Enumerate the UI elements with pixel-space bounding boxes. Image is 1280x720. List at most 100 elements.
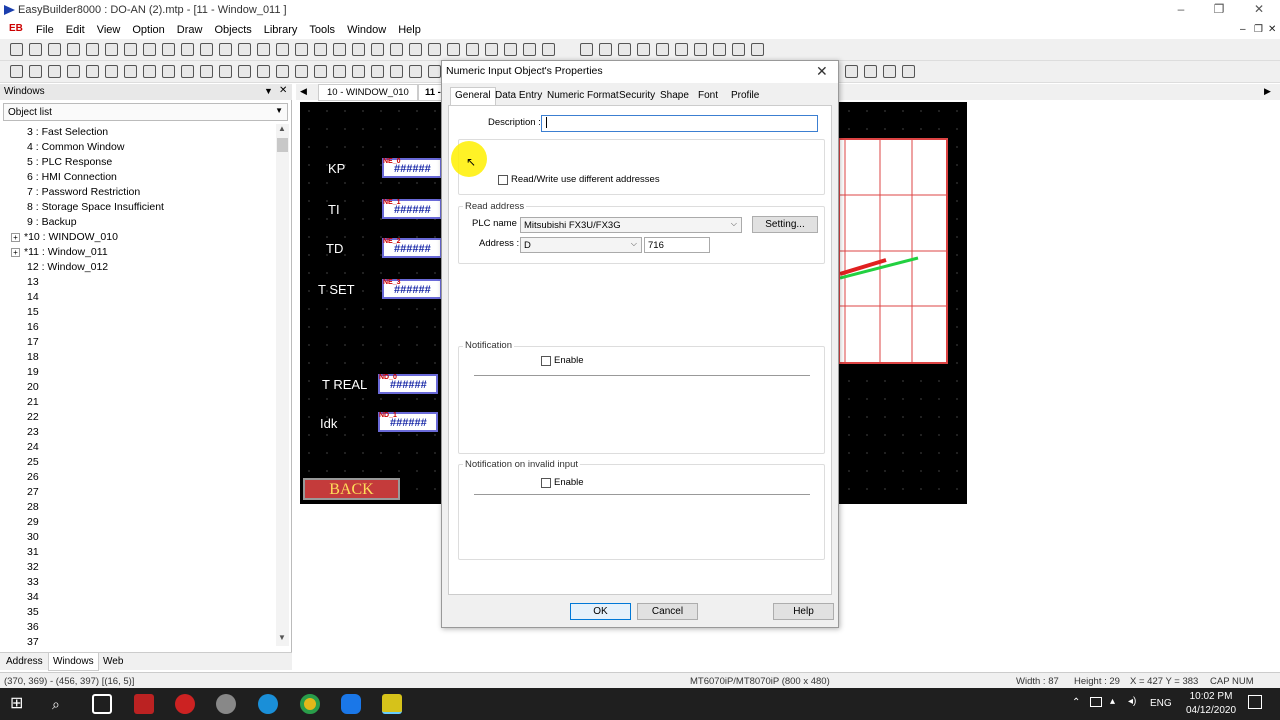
toolbar-tool-icon[interactable] <box>181 43 194 56</box>
tab-scroll-left-icon[interactable]: ◀ <box>300 86 307 97</box>
toolbar-tool-icon[interactable] <box>295 65 308 78</box>
toolbar-tool-icon[interactable] <box>845 65 858 78</box>
description-input[interactable] <box>541 115 818 132</box>
address-device-select[interactable]: D ⌵ <box>520 237 642 253</box>
tree-item[interactable]: 16 <box>27 321 39 336</box>
menu-window[interactable]: Window <box>341 24 392 36</box>
toolbar-tool-icon[interactable] <box>314 43 327 56</box>
toolbar-tool-icon[interactable] <box>428 65 441 78</box>
toolbar-tool-icon[interactable] <box>29 43 42 56</box>
pane-close-icon[interactable]: ✕ <box>279 85 287 96</box>
tree-item[interactable]: 9 : Backup <box>27 216 77 231</box>
battery-icon[interactable] <box>1090 697 1102 707</box>
tree-item[interactable]: 20 <box>27 381 39 396</box>
tab-web[interactable]: Web <box>103 656 123 667</box>
tree-item[interactable]: 31 <box>27 546 39 561</box>
tree-item[interactable]: 35 <box>27 606 39 621</box>
menu-file[interactable]: File <box>30 24 60 36</box>
volume-icon[interactable]: ◂) <box>1128 696 1136 707</box>
toolbar-tool-icon[interactable] <box>105 65 118 78</box>
menu-tools[interactable]: Tools <box>303 24 341 36</box>
tree-item[interactable]: 26 <box>27 471 39 486</box>
toolbar-tool-icon[interactable] <box>371 65 384 78</box>
toolbar-tool-icon[interactable] <box>751 43 764 56</box>
tree-item[interactable]: 25 <box>27 456 39 471</box>
toolbar-tool-icon[interactable] <box>48 43 61 56</box>
tree-item[interactable]: 30 <box>27 531 39 546</box>
toolbar-tool-icon[interactable] <box>276 65 289 78</box>
back-button[interactable]: BACK <box>303 478 400 500</box>
toolbar-tool-icon[interactable] <box>352 65 365 78</box>
tree-item[interactable]: 7 : Password Restriction <box>27 186 140 201</box>
tree-item[interactable]: 24 <box>27 441 39 456</box>
toolbar-tool-icon[interactable] <box>466 43 479 56</box>
numeric-input-t-set[interactable]: NE_3 ###### <box>382 279 442 299</box>
toolbar-tool-icon[interactable] <box>181 65 194 78</box>
trend-graph[interactable] <box>838 138 948 364</box>
toolbar-tool-icon[interactable] <box>86 43 99 56</box>
tree-item[interactable]: 8 : Storage Space Insufficient <box>27 201 164 216</box>
toolbar-tool-icon[interactable] <box>542 43 555 56</box>
toolbar-tool-icon[interactable] <box>143 43 156 56</box>
toolbar-tool-icon[interactable] <box>257 65 270 78</box>
windows-start-icon[interactable]: ⊞ <box>10 694 30 714</box>
toolbar-tool-icon[interactable] <box>124 65 137 78</box>
help-button[interactable]: Help <box>773 603 834 620</box>
tree-item[interactable]: 36 <box>27 621 39 636</box>
chrome-icon[interactable] <box>300 694 320 714</box>
plc-name-select[interactable]: Mitsubishi FX3U/FX3G ⌵ <box>520 217 742 233</box>
menu-draw[interactable]: Draw <box>171 24 209 36</box>
tree-item[interactable]: 4 : Common Window <box>27 141 124 156</box>
toolbar-tool-icon[interactable] <box>883 65 896 78</box>
toolbar-tool-icon[interactable] <box>10 43 23 56</box>
mdi-close-button[interactable]: ✕ <box>1268 24 1276 35</box>
toolbar-tool-icon[interactable] <box>864 65 877 78</box>
app-icon-1[interactable] <box>134 694 154 714</box>
tab-general[interactable]: General <box>450 87 496 106</box>
notifications-icon[interactable] <box>1248 695 1262 709</box>
tree-item[interactable]: 27 <box>27 486 39 501</box>
mdi-minimize-button[interactable]: – <box>1240 24 1246 35</box>
tree-expand-icon[interactable]: + <box>11 248 20 257</box>
toolbar-tool-icon[interactable] <box>390 43 403 56</box>
toolbar-tool-icon[interactable] <box>599 43 612 56</box>
menu-edit[interactable]: Edit <box>60 24 91 36</box>
menu-library[interactable]: Library <box>258 24 304 36</box>
tree-item[interactable]: 21 <box>27 396 39 411</box>
tab-profile[interactable]: Profile <box>731 90 759 106</box>
toolbar-tool-icon[interactable] <box>409 65 422 78</box>
toolbar-tool-icon[interactable] <box>10 65 23 78</box>
tree-item[interactable]: 14 <box>27 291 39 306</box>
toolbar-tool-icon[interactable] <box>447 43 460 56</box>
toolbar-tool-icon[interactable] <box>257 43 270 56</box>
toolbar-tool-icon[interactable] <box>200 65 213 78</box>
toolbar-tool-icon[interactable] <box>200 43 213 56</box>
rw-different-checkbox[interactable] <box>498 175 508 185</box>
toolbar-tool-icon[interactable] <box>143 65 156 78</box>
toolbar-tool-icon[interactable] <box>675 43 688 56</box>
mdi-restore-button[interactable]: ❐ <box>1254 24 1263 35</box>
tree-item[interactable]: 15 <box>27 306 39 321</box>
toolbar-tool-icon[interactable] <box>352 43 365 56</box>
toolbar-tool-icon[interactable] <box>29 65 42 78</box>
tab-data-entry[interactable]: Data Entry <box>495 90 542 106</box>
toolbar-tool-icon[interactable] <box>105 43 118 56</box>
toolbar-tool-icon[interactable] <box>67 43 80 56</box>
toolbar-tool-icon[interactable] <box>637 43 650 56</box>
toolbar-tool-icon[interactable] <box>162 43 175 56</box>
toolbar-tool-icon[interactable] <box>48 65 61 78</box>
toolbar-tool-icon[interactable] <box>656 43 669 56</box>
toolbar-tool-icon[interactable] <box>409 43 422 56</box>
toolbar-tool-icon[interactable] <box>86 65 99 78</box>
tree-item[interactable]: 37 <box>27 636 39 646</box>
tree-item[interactable]: 18 <box>27 351 39 366</box>
toolbar-tool-icon[interactable] <box>428 43 441 56</box>
toolbar-tool-icon[interactable] <box>390 65 403 78</box>
tree-scrollbar[interactable]: ▲ ▼ <box>276 124 289 646</box>
tree-item[interactable]: 28 <box>27 501 39 516</box>
tab-shape[interactable]: Shape <box>660 90 689 106</box>
close-button[interactable]: ✕ <box>1244 2 1274 18</box>
toolbar-tool-icon[interactable] <box>219 65 232 78</box>
notification-enable-checkbox[interactable] <box>541 356 551 366</box>
toolbar-tool-icon[interactable] <box>238 43 251 56</box>
